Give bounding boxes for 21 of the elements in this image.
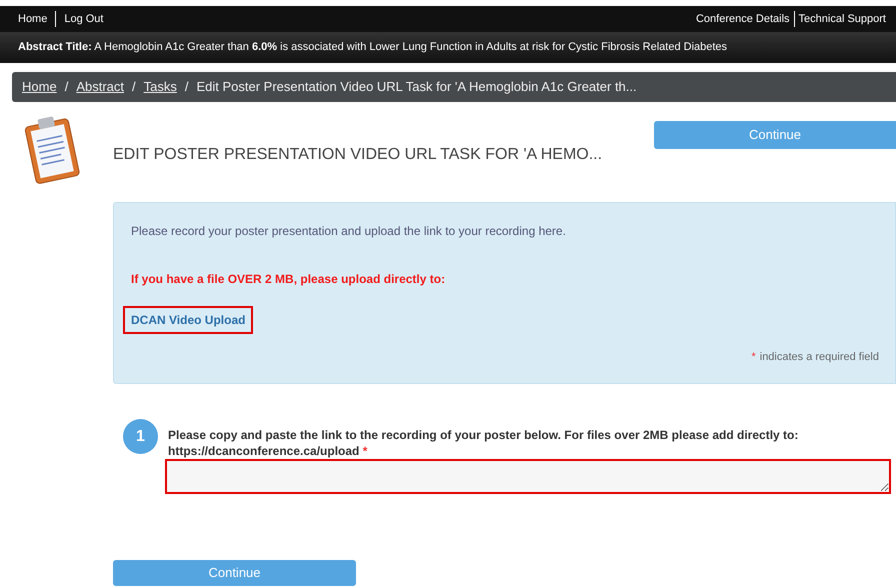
nav-link[interactable]: Conference Details [696,10,790,28]
breadcrumb-current: Edit Poster Presentation Video URL Task for 'A Hemoglobin A1c Greater th... [196,78,637,96]
required-note: indicates a required field [760,350,879,364]
video-url-field[interactable] [165,459,891,494]
breadcrumb-link[interactable]: Home [22,77,57,97]
step-number: 1 [123,419,158,454]
breadcrumb-separator: / [64,78,68,96]
video-upload-link[interactable]: DCAN Video Upload [123,306,254,334]
nav-link[interactable]: Log Out [55,10,104,28]
page-title: EDIT POSTER PRESENTATION VIDEO URL TASK FOR 'A HEMO... [113,145,602,165]
breadcrumb-separator: / [184,78,188,96]
warning-text: If you have a file OVER 2 MB, please upload directly to: [131,271,446,288]
breadcrumb-separator: / [132,78,136,96]
info-text: Please record your poster presentation and upload the link to your recording here. [131,223,567,240]
nav-link[interactable]: Home [18,10,48,28]
abstract-title: Abstract Title: A Hemoglobin A1c Greater than 6.0% is associated with Lower Lung Function in Adults at risk for Cystic Fibrosis Related Diabetes [18,40,728,56]
required-asterisk: * [751,350,756,364]
breadcrumb-link[interactable]: Tasks [144,77,177,97]
nav-link[interactable]: Technical Support [794,10,886,28]
breadcrumb-link[interactable]: Abstract [76,77,124,97]
question-label: Please copy and paste the link to the recording of your poster below. For files over 2MB please add directly to: https://dcanconference.ca/upload * [168,427,800,459]
